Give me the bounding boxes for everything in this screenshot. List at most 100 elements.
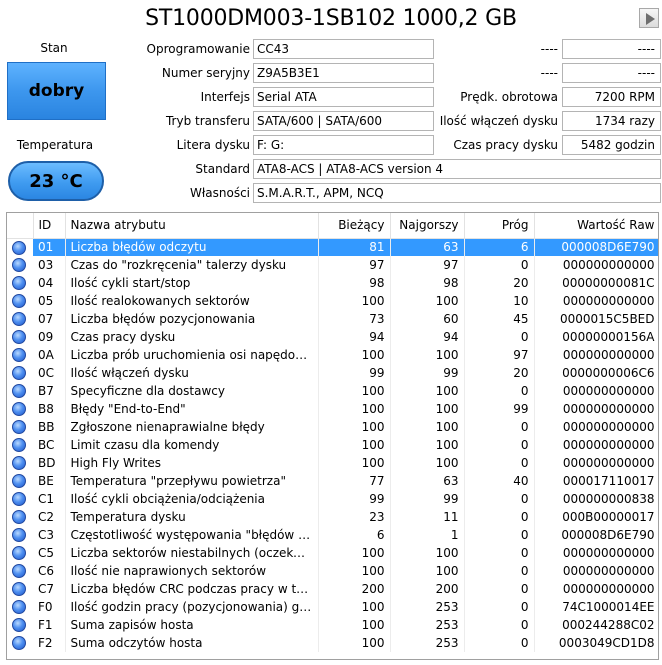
attribute-name: Ilość włączeń dysku <box>65 364 319 382</box>
table-row[interactable]: 01 Liczba błędów odczytu 81 63 6 000008D6E790 <box>7 238 658 256</box>
features-field[interactable]: S.M.A.R.T., APM, NCQ <box>253 183 661 203</box>
status-dot-icon <box>12 510 26 525</box>
next-disk-button[interactable] <box>639 8 659 28</box>
status-dot-icon <box>12 330 26 345</box>
attribute-current: 73 <box>318 310 391 328</box>
transfer-mode-label: Tryb transferu <box>165 114 250 128</box>
attribute-id: C1 <box>33 490 66 508</box>
column-header-id[interactable]: ID <box>33 213 66 239</box>
attribute-current: 200 <box>318 580 391 598</box>
attribute-name: High Fly Writes <box>65 454 319 472</box>
attribute-worst: 100 <box>390 346 465 364</box>
attribute-worst: 100 <box>390 436 465 454</box>
blank-field-1[interactable]: ---- <box>562 39 661 59</box>
drive-letter-field[interactable]: F: G: <box>253 135 434 155</box>
status-dot-icon <box>12 366 26 381</box>
attribute-raw: 000000000000 <box>534 562 658 580</box>
attribute-threshold: 6 <box>464 238 535 256</box>
attribute-threshold: 20 <box>464 364 535 382</box>
table-row[interactable]: 04 Ilość cykli start/stop 98 98 20 0000000008… <box>7 274 658 292</box>
table-row[interactable]: 0A Liczba prób uruchomienia osi napędowej… <box>7 346 658 364</box>
interface-field[interactable]: Serial ATA <box>253 87 434 107</box>
attribute-current: 97 <box>318 256 391 274</box>
table-row[interactable]: 07 Liczba błędów pozycjonowania 73 60 45 0000… <box>7 310 658 328</box>
temperature-badge[interactable]: 23 °C <box>8 161 104 201</box>
power-on-count-field[interactable]: 1734 razy <box>562 111 661 131</box>
table-row[interactable]: F0 Ilość godzin pracy (pozycjonowania) gł… <box>7 598 658 616</box>
blank-field-2[interactable]: ---- <box>562 63 661 83</box>
status-dot-cell <box>7 454 33 472</box>
attribute-current: 99 <box>318 490 391 508</box>
table-row[interactable]: F1 Suma zapisów hosta 100 253 0 000244288C02 <box>7 616 658 634</box>
table-row[interactable]: BE Temperatura "przepływu powietrza" 77 63 4… <box>7 472 658 490</box>
attribute-raw: 0003049CD1D8 <box>534 634 658 652</box>
power-on-hours-field[interactable]: 5482 godzin <box>562 135 661 155</box>
status-dot-icon <box>12 600 26 615</box>
attribute-current: 77 <box>318 472 391 490</box>
attribute-id: B7 <box>33 382 66 400</box>
attribute-id: 01 <box>33 238 66 256</box>
table-row[interactable]: C5 Liczba sektorów niestabilnych (oczekuj… <box>7 544 658 562</box>
attribute-id: C6 <box>33 562 66 580</box>
attribute-current: 100 <box>318 454 391 472</box>
table-row[interactable]: B8 Błędy "End-to-End" 100 100 99 000000000000 <box>7 400 658 418</box>
column-header-status[interactable] <box>7 213 34 239</box>
attribute-current: 6 <box>318 526 391 544</box>
status-dot-cell <box>7 490 33 508</box>
smart-attributes-table[interactable]: ID Nazwa atrybutu Bieżący Najgorszy Próg… <box>6 212 659 660</box>
rotation-speed-field[interactable]: 7200 RPM <box>562 87 661 107</box>
table-row[interactable]: C1 Ilość cykli obciążenia/odciążenia 99 99 0… <box>7 490 658 508</box>
attribute-worst: 99 <box>390 490 465 508</box>
table-row[interactable]: C7 Liczba błędów CRC podczas pracy w tryb… <box>7 580 658 598</box>
firmware-field[interactable]: CC43 <box>253 39 434 59</box>
attribute-threshold: 20 <box>464 274 535 292</box>
status-dot-icon <box>12 438 26 453</box>
table-row[interactable]: C6 Ilość nie naprawionych sektorów 100 100 0… <box>7 562 658 580</box>
attribute-current: 100 <box>318 400 391 418</box>
attribute-id: BD <box>33 454 66 472</box>
attribute-worst: 100 <box>390 562 465 580</box>
attribute-current: 100 <box>318 544 391 562</box>
status-dot-cell <box>7 598 33 616</box>
standard-field[interactable]: ATA8-ACS | ATA8-ACS version 4 <box>253 159 661 179</box>
attribute-id: 07 <box>33 310 66 328</box>
table-row[interactable]: F2 Suma odczytów hosta 100 253 0 0003049CD1D8 <box>7 634 658 652</box>
attribute-threshold: 0 <box>464 526 535 544</box>
status-dot-cell <box>7 562 33 580</box>
table-row[interactable]: 09 Czas pracy dysku 94 94 0 00000000156A <box>7 328 658 346</box>
column-header-worst[interactable]: Najgorszy <box>390 213 465 239</box>
status-dot-icon <box>12 312 26 327</box>
status-badge[interactable]: dobry <box>7 62 106 120</box>
transfer-mode-field[interactable]: SATA/600 | SATA/600 <box>253 111 434 131</box>
column-header-raw[interactable]: Wartość Raw <box>534 213 658 239</box>
disk-title: ST1000DM003-1SB102 1000,2 GB <box>145 6 517 31</box>
play-icon <box>646 13 655 25</box>
column-header-name[interactable]: Nazwa atrybutu <box>65 213 319 239</box>
column-header-current[interactable]: Bieżący <box>318 213 391 239</box>
attribute-worst: 63 <box>390 238 465 256</box>
attribute-threshold: 99 <box>464 400 535 418</box>
attribute-current: 99 <box>318 364 391 382</box>
table-row[interactable]: BD High Fly Writes 100 100 0 000000000000 <box>7 454 658 472</box>
attribute-raw: 000000000000 <box>534 400 658 418</box>
attribute-current: 100 <box>318 634 391 652</box>
table-row[interactable]: 0C Ilość włączeń dysku 99 99 20 0000000006C6 <box>7 364 658 382</box>
status-dot-cell <box>7 400 33 418</box>
status-dot-icon <box>12 546 26 561</box>
table-row[interactable]: BB Zgłoszone nienaprawialne błędy 100 100 0 0… <box>7 418 658 436</box>
attribute-id: BC <box>33 436 66 454</box>
table-row[interactable]: 05 Ilość realokowanych sektorów 100 100 10 00… <box>7 292 658 310</box>
attribute-id: B8 <box>33 400 66 418</box>
attribute-name: Specyficzne dla dostawcy <box>65 382 319 400</box>
table-row[interactable]: BC Limit czasu dla komendy 100 100 0 00000000… <box>7 436 658 454</box>
table-row[interactable]: C3 Częstotliwość występowania "błędów w l… <box>7 526 658 544</box>
table-row[interactable]: B7 Specyficzne dla dostawcy 100 100 0 0000000… <box>7 382 658 400</box>
table-row[interactable]: C2 Temperatura dysku 23 11 0 000B00000017 <box>7 508 658 526</box>
column-header-threshold[interactable]: Próg <box>464 213 535 239</box>
power-on-hours-label: Czas pracy dysku <box>453 138 558 152</box>
serial-field[interactable]: Z9A5B3E1 <box>253 63 434 83</box>
attribute-current: 100 <box>318 436 391 454</box>
table-row[interactable]: 03 Czas do "rozkręcenia" talerzy dysku 97 9… <box>7 256 658 274</box>
status-dot-icon <box>12 474 26 489</box>
attribute-name: Suma odczytów hosta <box>65 634 319 652</box>
